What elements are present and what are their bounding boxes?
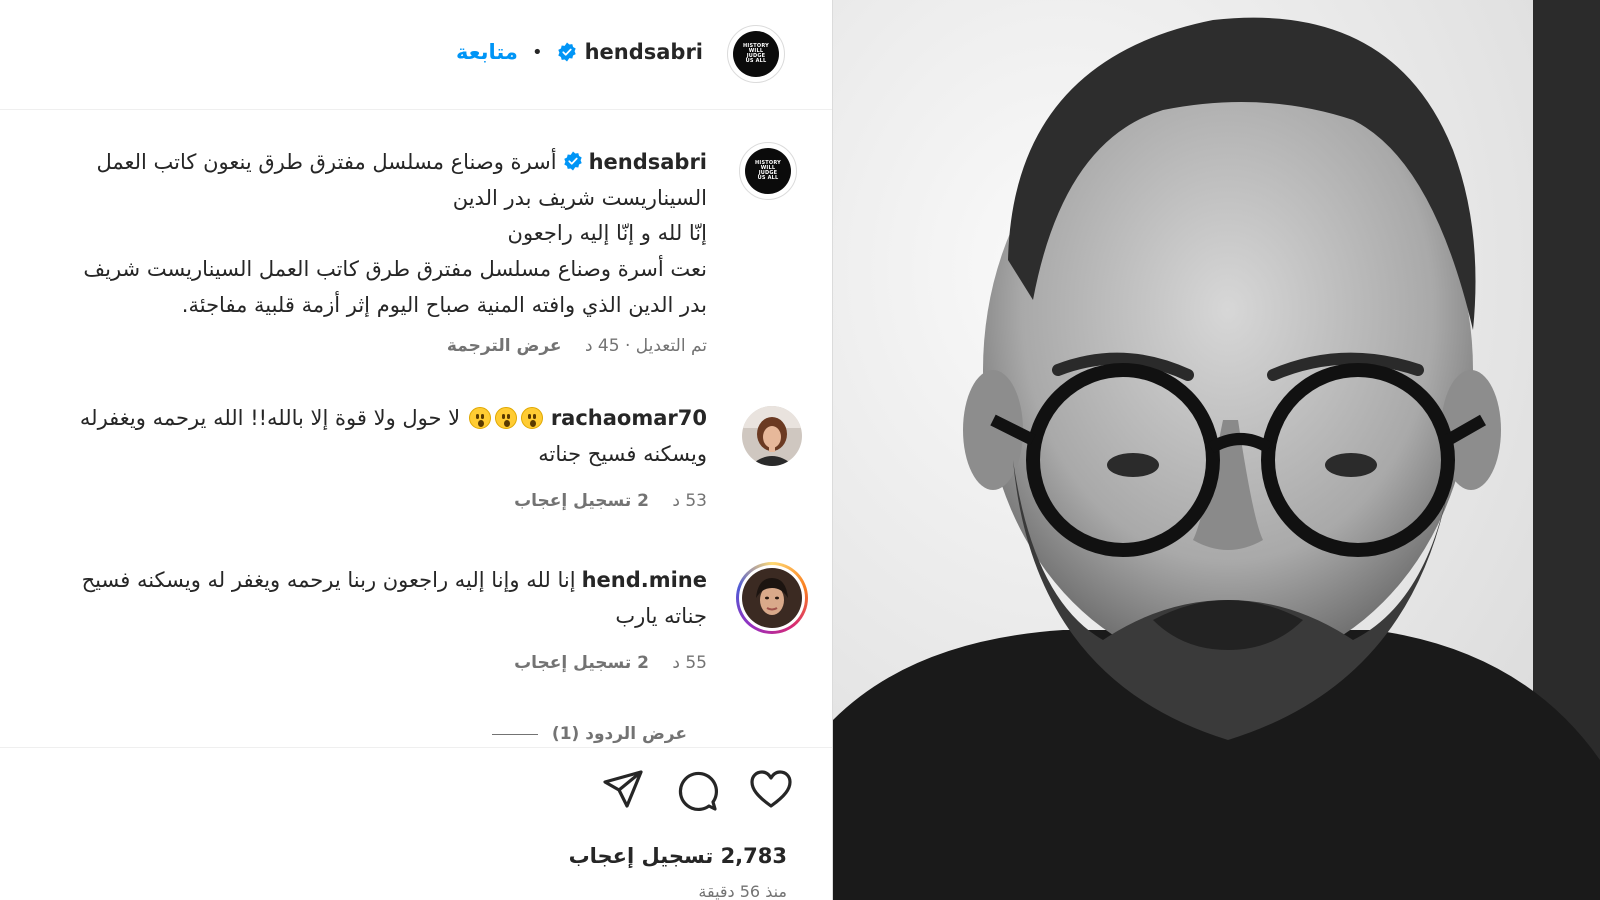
commenter-photo [742, 568, 802, 628]
commenter-photo [742, 406, 802, 466]
caption-meta: تم التعديل · 45 د عرض الترجمة [446, 336, 707, 356]
caption-avatar[interactable]: HISTORY WILL JUDGE US ALL [739, 142, 797, 200]
hushed-face-emoji [520, 407, 543, 429]
header-separator: • [531, 41, 543, 63]
comment-1-line-2: ويسكنه فسيح جناته [538, 442, 707, 466]
comment-icon[interactable] [673, 766, 721, 814]
caption-username[interactable]: hendsabri [589, 150, 707, 174]
comment-2-likes[interactable]: 2 تسجيل إعجاب [514, 653, 649, 673]
comment-1-line-1: rachaomar70 لا حول ولا قوة إلا بالله!! ا… [80, 400, 707, 436]
follow-button[interactable]: متابعة [456, 40, 518, 64]
caption-line-3: إنّا لله و إنّا إليه راجعون [507, 221, 707, 245]
verified-badge-icon [557, 42, 576, 62]
commenter-avatar-hend-mine[interactable] [736, 562, 808, 634]
comment-2-username[interactable]: hend.mine [582, 568, 707, 592]
caption-line-2: السيناريست شريف بدر الدين [452, 186, 707, 210]
see-translation-button[interactable]: عرض الترجمة [447, 336, 562, 356]
caption-text: أسرة وصناع مسلسل مفترق طرق ينعون كاتب ال… [96, 150, 557, 174]
owner-logo: HISTORY WILL JUDGE US ALL [733, 31, 779, 77]
caption-time: 45 د [584, 336, 620, 356]
action-bar [599, 766, 795, 814]
header-divider [0, 109, 832, 110]
post-photo[interactable] [833, 0, 1600, 900]
share-icon[interactable] [599, 766, 647, 814]
comment-1-meta: 53 د 2 تسجيل إعجاب [514, 491, 707, 511]
comment-2-text: إنا لله وإنا إليه راجعون ربنا يرحمه ويغف… [81, 568, 576, 592]
portrait-photo [833, 0, 1600, 900]
caption-line-4: نعت أسرة وصناع مسلسل مفترق طرق كاتب العم… [83, 257, 707, 281]
comment-2-line-1: hend.mineإنا لله وإنا إليه راجعون ربنا ي… [82, 562, 707, 598]
comment-2-time[interactable]: 55 د [672, 653, 707, 673]
comment-1-likes[interactable]: 2 تسجيل إعجاب [514, 491, 649, 511]
hushed-face-emoji [494, 407, 517, 429]
caption-owner-logo: HISTORY WILL JUDGE US ALL [745, 148, 791, 194]
post-info-panel: HISTORY WILL JUDGE US ALL hendsabri • مت… [0, 0, 833, 900]
likes-count[interactable]: 2,783 تسجيل إعجاب [569, 844, 787, 868]
edited-label: تم التعديل [635, 336, 707, 356]
caption-line-5: بدر الدين الذي وافته المنية صباح اليوم إ… [181, 293, 707, 317]
commenter-avatar-rachaomar70[interactable] [742, 406, 802, 466]
comment-1-username[interactable]: rachaomar70 [551, 406, 707, 430]
comment-1-text: لا حول ولا قوة إلا بالله!! الله يرحمه وي… [79, 406, 461, 430]
heart-icon[interactable] [747, 766, 795, 814]
comment-1-time[interactable]: 53 د [672, 491, 707, 511]
hushed-face-emoji [468, 407, 491, 429]
verified-badge-icon [563, 151, 582, 171]
owner-avatar[interactable]: HISTORY WILL JUDGE US ALL [727, 25, 785, 83]
comment-2-meta: 55 د 2 تسجيل إعجاب [514, 653, 707, 673]
replies-line [491, 733, 538, 735]
comment-2-line-2: جناته يارب [615, 604, 707, 628]
post-header: hendsabri • متابعة [456, 34, 703, 70]
post-time: منذ 56 دقيقة [698, 882, 787, 900]
caption-line-1: hendsabri أسرة وصناع مسلسل مفترق طرق ينع… [96, 144, 707, 180]
actions-divider [0, 747, 832, 748]
view-replies-label: عرض الردود (1) [551, 724, 687, 744]
view-replies-button[interactable]: عرض الردود (1) [491, 722, 687, 746]
instagram-post-view: HISTORY WILL JUDGE US ALL hendsabri • مت… [0, 0, 1600, 900]
header-username[interactable]: hendsabri [585, 40, 703, 64]
